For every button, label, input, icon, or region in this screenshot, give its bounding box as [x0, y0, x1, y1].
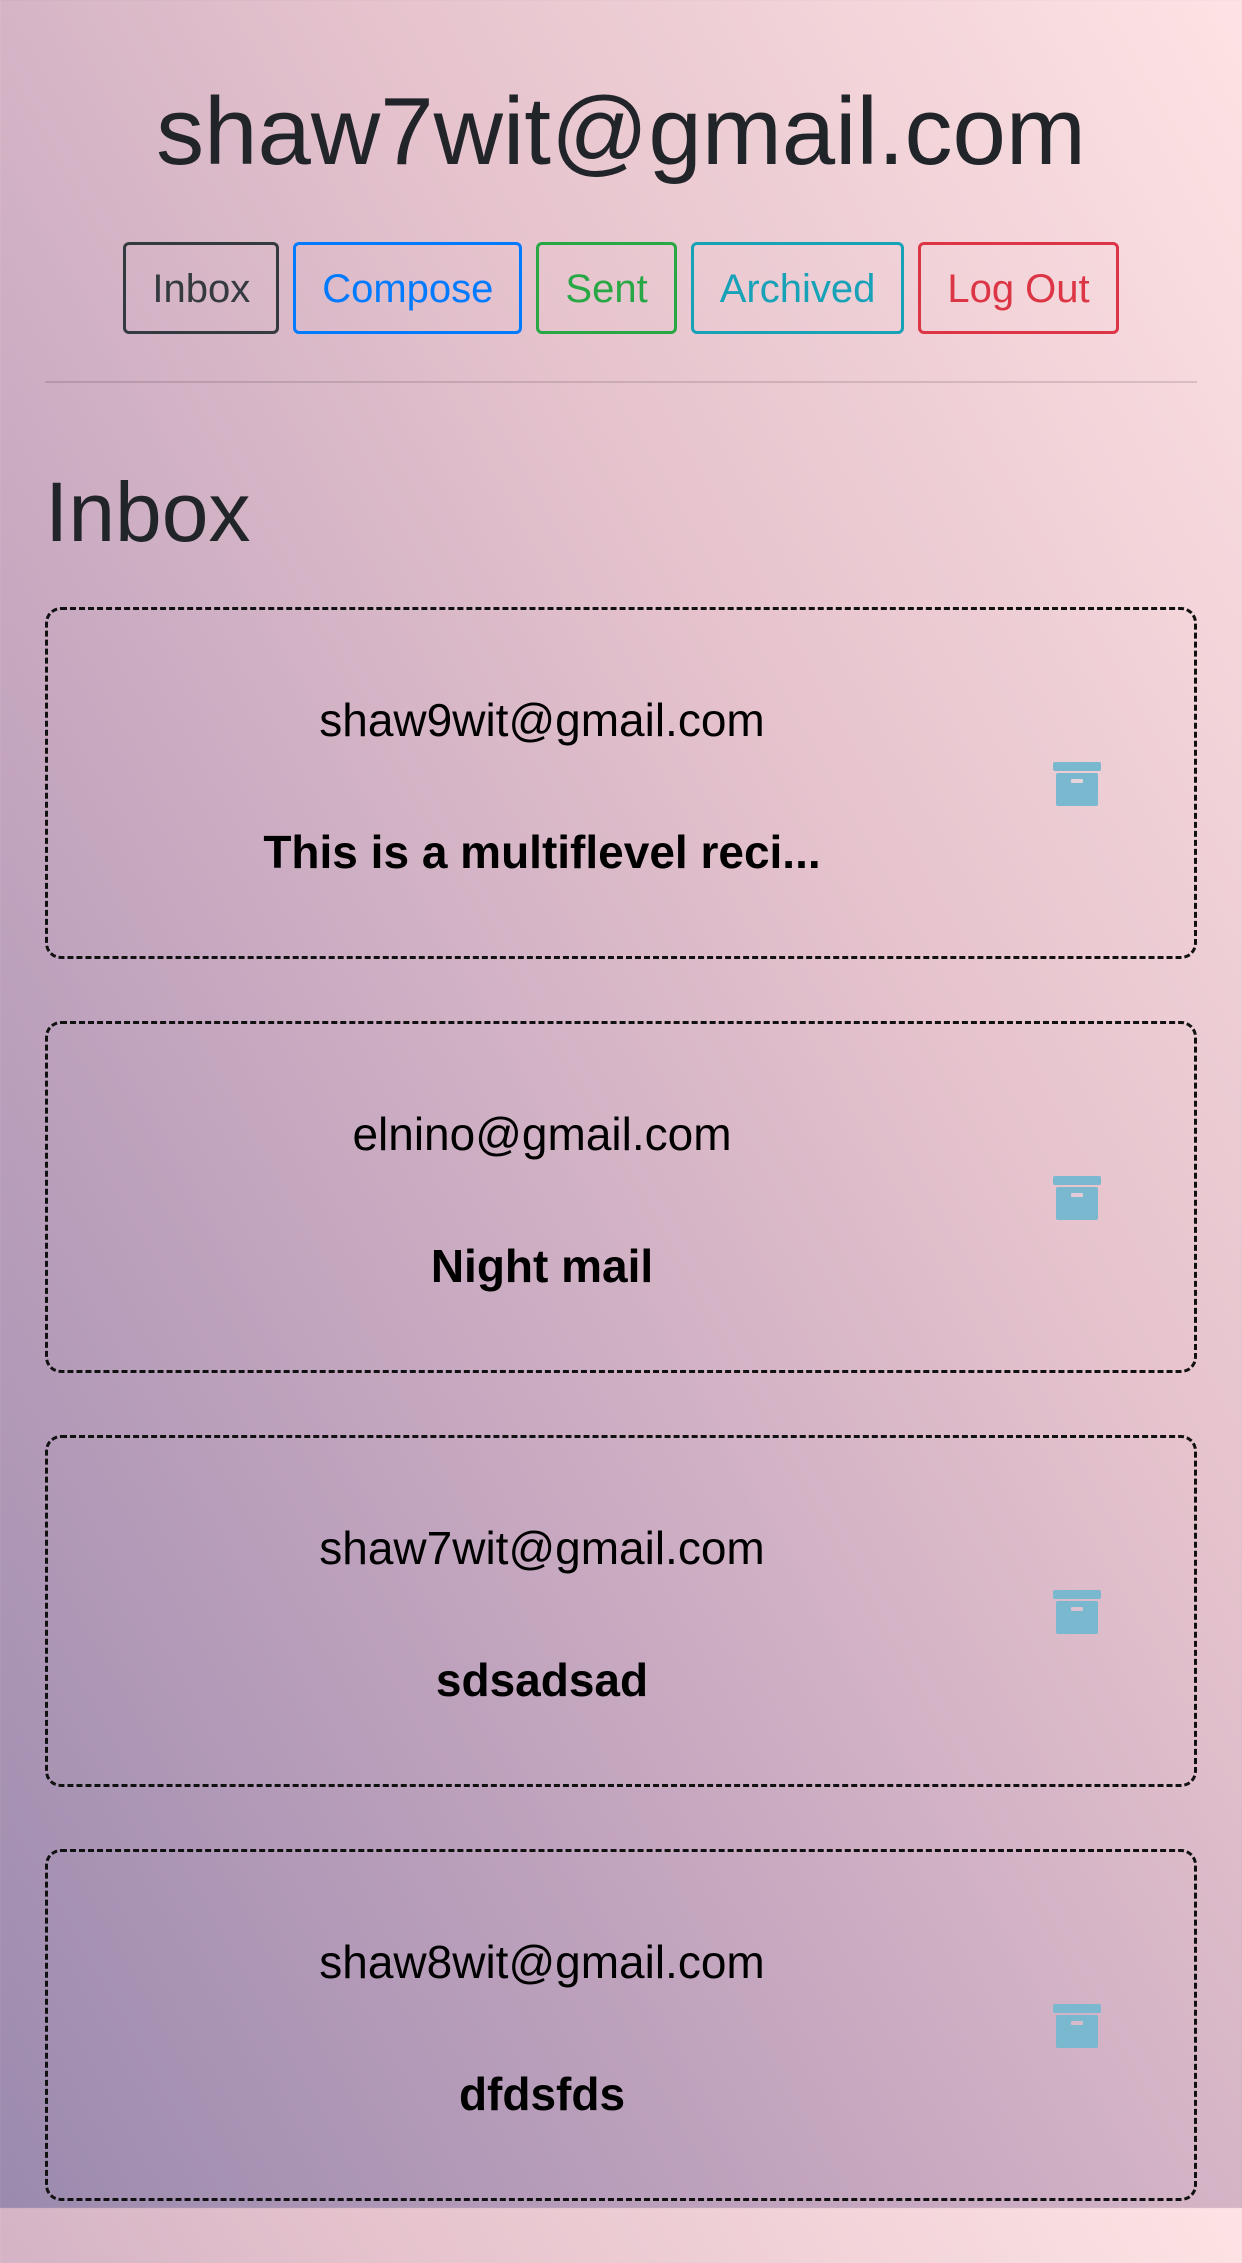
archived-button[interactable]: Archived	[690, 242, 905, 334]
email-subject: This is a multiflevel reci...	[263, 826, 821, 878]
email-sender: shaw8wit@gmail.com	[319, 1936, 765, 1988]
compose-button[interactable]: Compose	[293, 242, 523, 334]
email-item[interactable]: shaw7wit@gmail.com sdsadsad	[45, 1435, 1197, 1787]
divider	[45, 381, 1197, 383]
page-title: shaw7wit@gmail.com	[156, 78, 1086, 185]
email-subject: sdsadsad	[435, 1654, 649, 1706]
archive-icon[interactable]	[1053, 760, 1101, 808]
section-title: Inbox	[45, 465, 251, 559]
email-item[interactable]: shaw9wit@gmail.com This is a multiflevel…	[45, 607, 1197, 959]
email-sender: shaw9wit@gmail.com	[319, 694, 765, 746]
inbox-button[interactable]: Inbox	[123, 242, 280, 334]
archive-icon[interactable]	[1053, 2002, 1101, 2050]
email-item[interactable]: elnino@gmail.com Night mail	[45, 1021, 1197, 1373]
sent-button[interactable]: Sent	[536, 242, 677, 334]
nav-bar: Inbox Compose Sent Archived Log Out	[0, 242, 1242, 334]
email-subject: Night mail	[430, 1240, 654, 1292]
email-list: shaw9wit@gmail.com This is a multiflevel…	[45, 607, 1197, 2263]
email-sender: elnino@gmail.com	[352, 1108, 732, 1160]
email-item[interactable]: shaw8wit@gmail.com dfdsfds	[45, 1849, 1197, 2201]
email-sender: shaw7wit@gmail.com	[319, 1522, 765, 1574]
archive-icon[interactable]	[1053, 1588, 1101, 1636]
logout-button[interactable]: Log Out	[918, 242, 1119, 334]
archive-icon[interactable]	[1053, 1174, 1101, 1222]
email-subject: dfdsfds	[458, 2068, 626, 2120]
